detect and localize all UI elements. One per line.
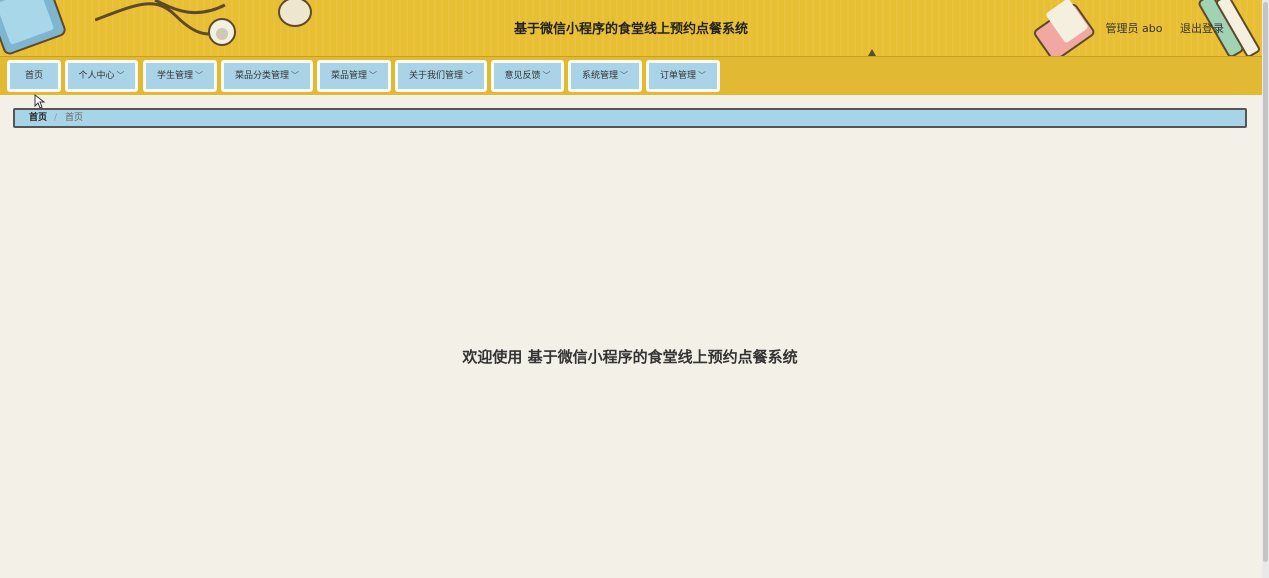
nav-item-label: 订单管理 <box>659 71 696 81</box>
chevron-down-icon: ﹀ <box>291 71 299 80</box>
chevron-down-icon: ﹀ <box>465 71 473 80</box>
user-area: 管理员 abo 退出登录 <box>1092 20 1224 36</box>
nav-item-dish-category-management[interactable]: 菜品分类管理 ﹀ <box>221 60 313 92</box>
main-navigation: 首页 个人中心 ﹀ 学生管理 ﹀ 菜品分类管理 ﹀ 菜品管理 ﹀ 关于我们管理 ﹀ 意见反… <box>0 56 1262 95</box>
nav-item-label: 个人中心 <box>78 71 115 81</box>
logout-link[interactable]: 退出登录 <box>1180 22 1224 35</box>
breadcrumb-separator: / <box>54 113 58 123</box>
nav-item-feedback[interactable]: 意见反馈 ﹀ <box>491 60 564 92</box>
breadcrumb: 首页 / 首页 <box>13 108 1247 128</box>
breadcrumb-home-link[interactable]: 首页 <box>29 110 47 126</box>
chevron-down-icon: ﹀ <box>542 71 551 80</box>
chevron-down-icon: ﹀ <box>195 71 203 80</box>
nav-item-label: 系统管理 <box>581 71 618 81</box>
welcome-message: 欢迎使用 基于微信小程序的食堂线上预约点餐系统 <box>462 348 798 366</box>
app-window: 基于微信小程序的食堂线上预约点餐系统 管理员 abo 退出登录 首页 个人中心 ﹀… <box>0 0 1269 578</box>
app-title: 基于微信小程序的食堂线上预约点餐系统 <box>513 22 748 37</box>
nav-item-label: 学生管理 <box>156 71 193 81</box>
chevron-down-icon: ﹀ <box>698 71 706 80</box>
nav-item-system-management[interactable]: 系统管理 ﹀ <box>568 60 642 92</box>
scrollbar-thumb[interactable] <box>1263 2 1268 562</box>
small-dot-illustration-icon <box>868 49 876 56</box>
nav-item-label: 菜品分类管理 <box>234 71 289 81</box>
nav-item-label: 菜品管理 <box>330 71 367 81</box>
page-scrollbar[interactable] <box>1262 0 1269 578</box>
nav-item-about-us-management[interactable]: 关于我们管理 ﹀ <box>395 60 487 92</box>
header: 基于微信小程序的食堂线上预约点餐系统 管理员 abo 退出登录 <box>0 0 1262 56</box>
current-user-label: 管理员 abo <box>1105 22 1163 35</box>
chevron-down-icon: ﹀ <box>620 71 628 80</box>
nav-item-home[interactable]: 首页 <box>7 60 61 92</box>
nav-item-label: 首页 <box>24 71 43 81</box>
chevron-down-icon: ﹀ <box>369 71 377 80</box>
nav-item-label: 意见反馈 <box>504 71 541 81</box>
nav-item-dish-management[interactable]: 菜品管理 ﹀ <box>317 60 391 92</box>
chevron-down-icon: ﹀ <box>116 71 125 80</box>
nav-item-order-management[interactable]: 订单管理 ﹀ <box>646 60 720 92</box>
nav-item-student-management[interactable]: 学生管理 ﹀ <box>143 60 217 92</box>
nav-item-personal-center[interactable]: 个人中心 ﹀ <box>65 60 138 92</box>
breadcrumb-current: 首页 <box>65 113 84 123</box>
nav-item-label: 关于我们管理 <box>408 71 463 81</box>
